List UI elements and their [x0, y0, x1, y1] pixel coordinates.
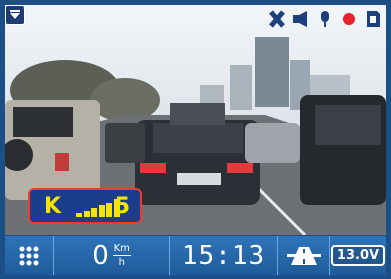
- gps-satellite-count: 5: [114, 194, 130, 219]
- clock-display: 15:13: [169, 236, 277, 275]
- road-mode-button[interactable]: [277, 236, 329, 275]
- microphone-icon: [315, 10, 335, 28]
- sd-card-icon: [363, 10, 383, 28]
- speed-display: 0 Km h: [53, 236, 169, 275]
- grid-menu-icon: [19, 246, 39, 265]
- gps-bar: [98, 205, 105, 217]
- clock-time: 15:13: [181, 240, 266, 271]
- voltage-display: 13.0V: [329, 236, 386, 275]
- gps-bar: [83, 211, 90, 217]
- gps-bar: [106, 203, 112, 217]
- grid-menu-button[interactable]: [5, 236, 53, 275]
- gps-bar: [91, 208, 97, 217]
- menu-line: [10, 10, 20, 12]
- unit-divider: [112, 255, 131, 256]
- speed-unit-top: Km: [113, 243, 130, 254]
- speed-unit: Km h: [112, 243, 131, 268]
- status-bar: 0 Km h 15:13 13.0V: [5, 236, 386, 275]
- record-dot-icon: [339, 10, 359, 28]
- voltage-value: 13.0V: [330, 245, 386, 266]
- status-icons: [267, 10, 383, 28]
- speaker-icon: [291, 10, 311, 28]
- menu-dropdown-icon[interactable]: [5, 5, 25, 25]
- gps-signal-indicator: K 5: [28, 188, 142, 224]
- menu-arrow: [10, 13, 20, 19]
- disconnect-icon: [267, 10, 287, 28]
- gps-bar: [76, 213, 82, 217]
- speed-value: 0: [92, 240, 109, 271]
- gps-label: K: [44, 194, 62, 219]
- road-icon: [286, 246, 321, 265]
- speed-unit-bottom: h: [118, 257, 125, 268]
